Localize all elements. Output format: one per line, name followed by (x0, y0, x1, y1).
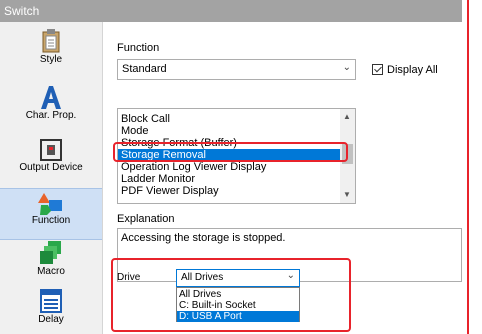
dropdown-option[interactable]: All Drives (177, 289, 299, 300)
list-item[interactable]: Operation Log Viewer Display (118, 161, 342, 173)
main-panel: Function Standard ⌄ Display All Block Ca… (103, 22, 462, 334)
sidebar-item-label: Style (39, 54, 63, 65)
sidebar-item-delay[interactable]: Delay (0, 288, 102, 334)
list-item[interactable]: PDF Viewer Display (118, 185, 342, 197)
sidebar: Style Char. Prop. Output Device Function… (0, 22, 103, 334)
explanation-text: Accessing the storage is stopped. (121, 232, 286, 244)
sidebar-item-label: Delay (38, 314, 64, 325)
letter-a-icon (41, 86, 61, 109)
dropdown-option-highlighted[interactable]: D: USB A Port (177, 311, 299, 322)
function-select[interactable]: Standard ⌄ (117, 59, 356, 80)
output-device-icon (40, 139, 62, 161)
chevron-down-icon: ⌄ (286, 270, 295, 281)
sidebar-item-function[interactable]: Function (0, 188, 102, 240)
scroll-down-icon[interactable]: ▼ (343, 190, 351, 199)
highlight-border-line (467, 0, 469, 334)
sidebar-item-macro[interactable]: Macro (0, 240, 102, 290)
function-select-value: Standard (122, 63, 167, 75)
sidebar-item-char-prop[interactable]: Char. Prop. (0, 84, 102, 134)
function-label: Function (117, 42, 160, 54)
sidebar-item-label: Function (31, 215, 71, 226)
list-item[interactable]: Ladder Monitor (118, 173, 342, 185)
clipboard-icon (42, 29, 60, 53)
shapes-icon (38, 193, 62, 215)
drive-select[interactable]: All Drives ⌄ (176, 269, 300, 287)
drive-select-value: All Drives (181, 272, 224, 283)
chevron-down-icon: ⌄ (342, 62, 351, 73)
right-margin (462, 0, 482, 334)
sidebar-item-label: Macro (37, 266, 65, 277)
selection-highlight-frame (113, 142, 348, 162)
drive-label: Drive (117, 272, 141, 283)
explanation-label: Explanation (117, 213, 175, 225)
sidebar-item-label: Output Device (19, 162, 83, 173)
scroll-up-icon[interactable]: ▲ (343, 112, 351, 121)
list-item[interactable]: Mode (118, 125, 342, 137)
dropdown-option[interactable]: C: Built-in Socket (177, 300, 299, 311)
drive-dropdown-list: All Drives C: Built-in Socket D: USB A P… (176, 287, 300, 322)
display-all-label: Display All (387, 64, 438, 76)
list-item[interactable]: Block Call (118, 113, 342, 125)
display-all-checkbox[interactable] (372, 64, 383, 75)
sidebar-item-style[interactable]: Style (0, 28, 102, 78)
delay-icon (40, 289, 62, 313)
sidebar-item-label: Char. Prop. (25, 110, 77, 121)
window-title: Switch (0, 0, 462, 22)
macro-icon (40, 241, 61, 264)
sidebar-item-output-device[interactable]: Output Device (0, 138, 102, 186)
